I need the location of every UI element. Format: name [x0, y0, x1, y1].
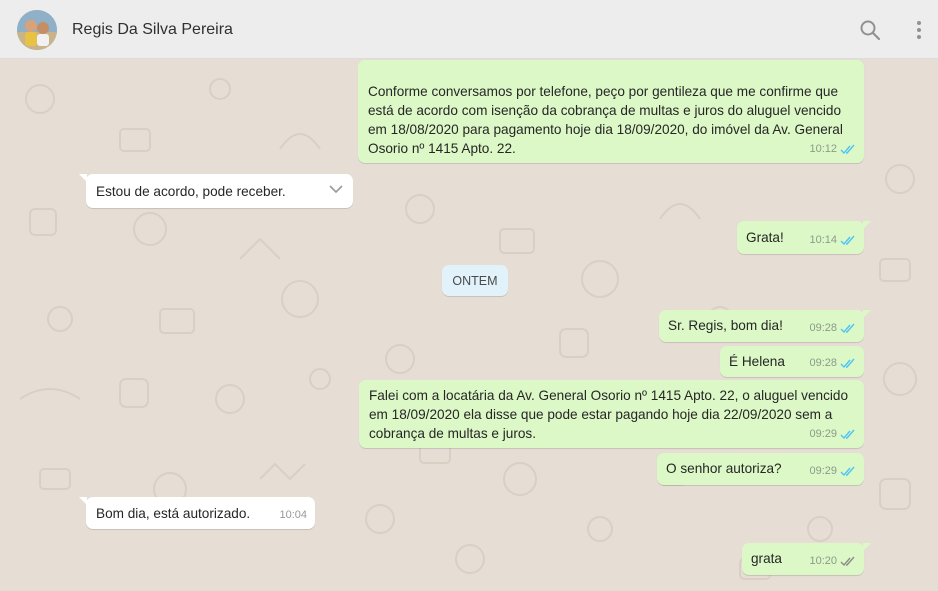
read-ticks-icon: [840, 466, 855, 477]
read-ticks-icon: [840, 323, 855, 334]
bubble-tail: [863, 221, 871, 229]
message-text: Conforme conversamos por telefone, peço …: [368, 84, 847, 156]
message-bubble-outgoing[interactable]: grata 10:20: [742, 543, 871, 575]
message-meta: 10:04: [279, 506, 307, 525]
message-time: 10:14: [809, 234, 837, 246]
chat-area[interactable]: Conforme conversamos por telefone, peço …: [0, 59, 938, 591]
message-text: Estou de acordo, pode receber.: [96, 184, 286, 199]
bubble-tail: [79, 497, 87, 505]
message-meta: 09:29: [809, 462, 856, 481]
message-bubble-outgoing[interactable]: Falei com a locatária da Av. General Oso…: [359, 380, 864, 448]
message-bubble-outgoing[interactable]: Conforme conversamos por telefone, peço …: [358, 60, 864, 163]
message-text: Falei com a locatária da Av. General Oso…: [369, 388, 852, 441]
message-bubble-incoming[interactable]: Estou de acordo, pode receber.: [79, 174, 353, 208]
bubble-tail: [863, 543, 871, 551]
contact-name[interactable]: Regis Da Silva Pereira: [72, 21, 233, 39]
date-separator: ONTEM: [442, 265, 508, 296]
bubble-tail: [863, 310, 871, 318]
message-time: 10:12: [809, 143, 837, 155]
message-time: 10:20: [809, 555, 837, 567]
delivered-ticks-icon: [840, 556, 855, 567]
message-time: 09:29: [809, 465, 837, 477]
message-meta: 09:28: [809, 319, 856, 338]
read-ticks-icon: [840, 235, 855, 246]
search-icon[interactable]: [858, 18, 882, 42]
message-meta: 09:29: [809, 425, 856, 444]
chevron-down-icon[interactable]: [329, 184, 343, 194]
read-ticks-icon: [840, 144, 855, 155]
message-meta: 09:28: [809, 354, 856, 373]
chat-header: Regis Da Silva Pereira: [0, 0, 938, 59]
message-time: 09:29: [809, 428, 837, 440]
message-bubble-outgoing[interactable]: É Helena 09:28: [720, 346, 864, 377]
read-ticks-icon: [840, 429, 855, 440]
message-bubble-outgoing[interactable]: O senhor autoriza? 09:29: [657, 453, 864, 485]
message-meta: 10:12: [809, 140, 856, 159]
bubble-tail: [79, 174, 87, 182]
message-bubble-incoming[interactable]: Bom dia, está autorizado. 10:04: [79, 497, 315, 529]
message-meta: 10:14: [809, 231, 856, 250]
message-meta: 10:20: [809, 552, 856, 571]
message-time: 09:28: [809, 357, 837, 369]
message-text: Bom dia, está autorizado.: [96, 506, 251, 521]
avatar[interactable]: [17, 10, 57, 50]
read-ticks-icon: [840, 358, 855, 369]
message-bubble-outgoing[interactable]: Sr. Regis, bom dia! 09:28: [659, 310, 871, 342]
message-bubble-outgoing[interactable]: Grata! 10:14: [737, 221, 871, 254]
message-time: 10:04: [279, 509, 307, 521]
more-vertical-icon[interactable]: [907, 18, 931, 42]
message-time: 09:28: [809, 322, 837, 334]
